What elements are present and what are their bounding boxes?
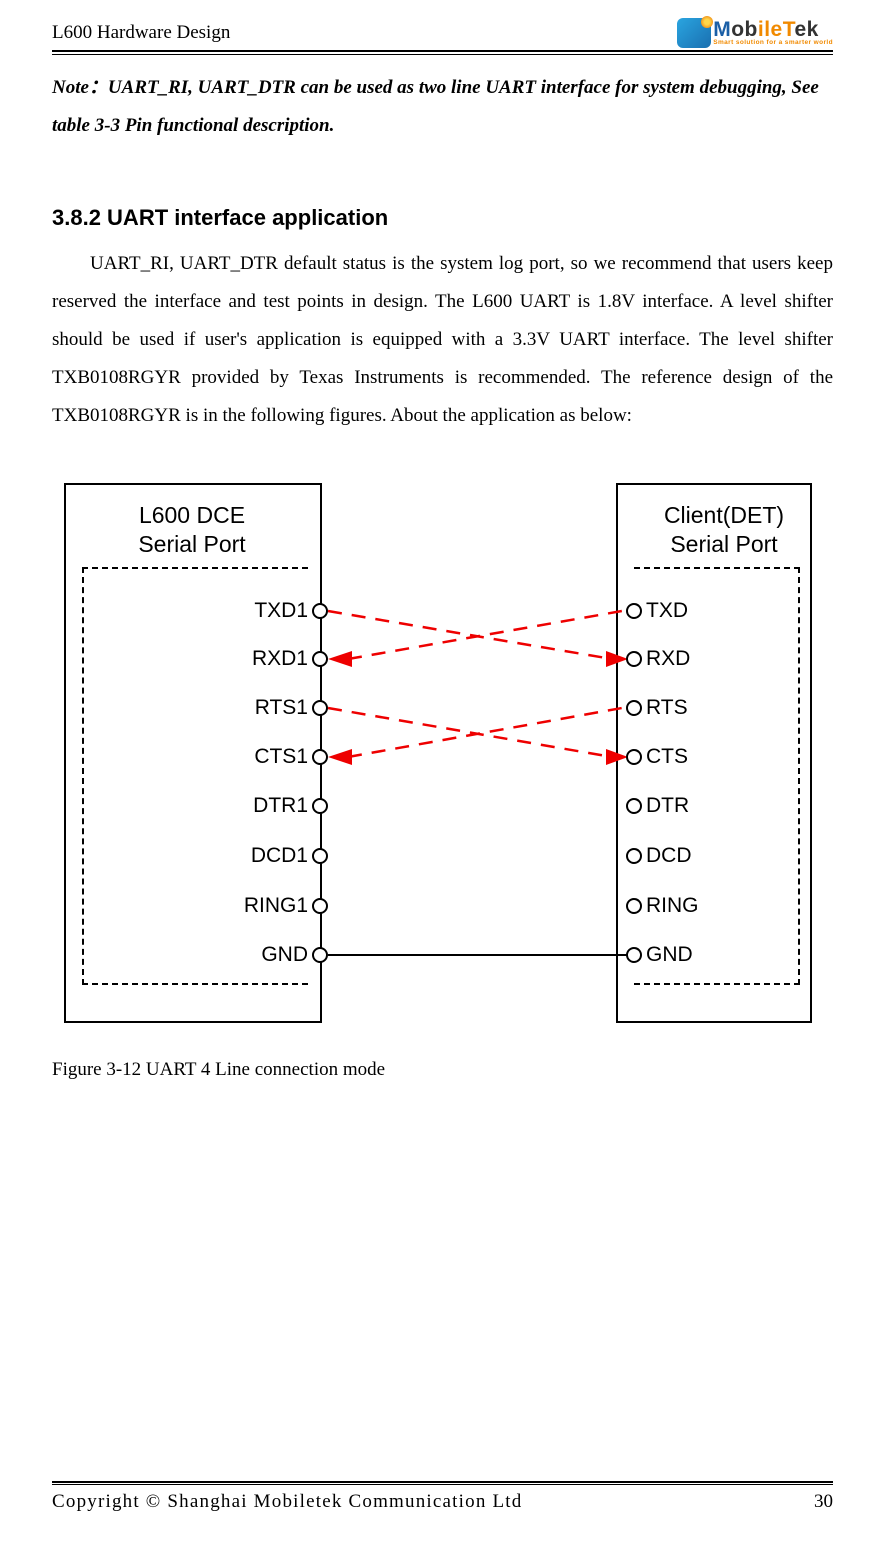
pin-circle-icon xyxy=(626,700,642,716)
left-pin-label: TXD1 xyxy=(254,599,308,623)
right-port-title-2: Serial Port xyxy=(640,530,808,559)
pin-circle-icon xyxy=(312,749,328,765)
note-text: Note：UART_RI, UART_DTR can be used as tw… xyxy=(52,69,833,145)
pin-circle-icon xyxy=(626,651,642,667)
right-dashed xyxy=(634,567,800,985)
left-pin-cts1: CTS1 xyxy=(172,745,328,769)
uart-figure: L600 DCE Serial Port Client(DET) Serial … xyxy=(52,471,812,1031)
logo-part-t: ileT xyxy=(758,18,795,41)
right-pin-label: GND xyxy=(646,943,693,967)
copyright-text: Copyright © Shanghai Mobiletek Communica… xyxy=(52,1491,522,1513)
left-port-title-1: L600 DCE xyxy=(92,501,292,530)
left-port-title: L600 DCE Serial Port xyxy=(92,501,292,559)
right-pin-label: DCD xyxy=(646,844,692,868)
right-pin-label: RXD xyxy=(646,647,690,671)
footer-rule-thin xyxy=(52,1484,833,1485)
footer-line: Copyright © Shanghai Mobiletek Communica… xyxy=(52,1491,833,1513)
left-pin-rxd1: RXD1 xyxy=(172,647,328,671)
left-pin-rts1: RTS1 xyxy=(172,696,328,720)
pin-circle-icon xyxy=(312,798,328,814)
left-pin-dcd1: DCD1 xyxy=(172,844,328,868)
logo-text: MobileTek Smart solution for a smarter w… xyxy=(713,19,833,47)
left-pin-ring1: RING1 xyxy=(172,894,328,918)
pin-circle-icon xyxy=(312,651,328,667)
right-pin-gnd: GND xyxy=(626,943,782,967)
right-pin-label: RING xyxy=(646,894,699,918)
pin-circle-icon xyxy=(312,700,328,716)
right-pin-label: DTR xyxy=(646,794,689,818)
page-footer: Copyright © Shanghai Mobiletek Communica… xyxy=(52,1481,833,1513)
doc-title: L600 Hardware Design xyxy=(52,22,230,44)
left-pin-label: RXD1 xyxy=(252,647,308,671)
pin-circle-icon xyxy=(312,848,328,864)
page-header: L600 Hardware Design MobileTek Smart sol… xyxy=(52,0,833,52)
footer-rule-thick xyxy=(52,1481,833,1483)
right-pin-label: CTS xyxy=(646,745,688,769)
left-pin-dtr1: DTR1 xyxy=(172,794,328,818)
left-pin-label: RING1 xyxy=(244,894,308,918)
right-pin-dtr: DTR xyxy=(626,794,782,818)
right-port-title-1: Client(DET) xyxy=(640,501,808,530)
left-pin-label: RTS1 xyxy=(255,696,308,720)
right-pin-cts: CTS xyxy=(626,745,782,769)
left-pin-gnd: GND xyxy=(172,943,328,967)
pin-circle-icon xyxy=(626,798,642,814)
right-pin-txd: TXD xyxy=(626,599,782,623)
logo-name: MobileTek xyxy=(713,19,833,40)
header-rule xyxy=(52,54,833,55)
logo: MobileTek Smart solution for a smarter w… xyxy=(677,18,833,48)
arrow-rxd1 xyxy=(328,651,352,667)
right-pin-rts: RTS xyxy=(626,696,782,720)
pin-circle-icon xyxy=(626,603,642,619)
figure-caption: Figure 3-12 UART 4 Line connection mode xyxy=(52,1059,833,1081)
logo-part-m: M xyxy=(713,18,731,41)
pin-circle-icon xyxy=(626,947,642,963)
pin-circle-icon xyxy=(312,898,328,914)
section-body-text: UART_RI, UART_DTR default status is the … xyxy=(52,253,833,426)
logo-part-ek: ek xyxy=(794,18,818,41)
right-pin-label: RTS xyxy=(646,696,688,720)
left-pin-label: CTS1 xyxy=(254,745,308,769)
logo-tagline: Smart solution for a smarter world xyxy=(713,40,833,47)
pin-circle-icon xyxy=(312,603,328,619)
arrow-cts1 xyxy=(328,749,352,765)
section-heading: 3.8.2 UART interface application xyxy=(52,205,833,231)
page-number: 30 xyxy=(814,1491,833,1513)
wire-rxd1-txd xyxy=(348,611,622,659)
right-pin-label: TXD xyxy=(646,599,688,623)
pin-circle-icon xyxy=(626,848,642,864)
logo-icon xyxy=(677,18,711,48)
wire-rts1-cts xyxy=(328,708,612,757)
left-port-title-2: Serial Port xyxy=(92,530,292,559)
left-pin-label: GND xyxy=(261,943,308,967)
pin-circle-icon xyxy=(626,749,642,765)
right-pin-ring: RING xyxy=(626,894,782,918)
wire-cts1-rts xyxy=(348,708,622,757)
right-pin-dcd: DCD xyxy=(626,844,782,868)
left-dashed xyxy=(82,567,308,985)
right-port-title: Client(DET) Serial Port xyxy=(640,501,808,559)
left-pin-txd1: TXD1 xyxy=(172,599,328,623)
logo-part-ob: ob xyxy=(731,18,758,41)
left-pin-label: DCD1 xyxy=(251,844,308,868)
wire-txd1-rxd xyxy=(328,611,612,659)
right-pin-rxd: RXD xyxy=(626,647,782,671)
section-body: UART_RI, UART_DTR default status is the … xyxy=(52,245,833,435)
pin-circle-icon xyxy=(312,947,328,963)
left-pin-label: DTR1 xyxy=(253,794,308,818)
pin-circle-icon xyxy=(626,898,642,914)
